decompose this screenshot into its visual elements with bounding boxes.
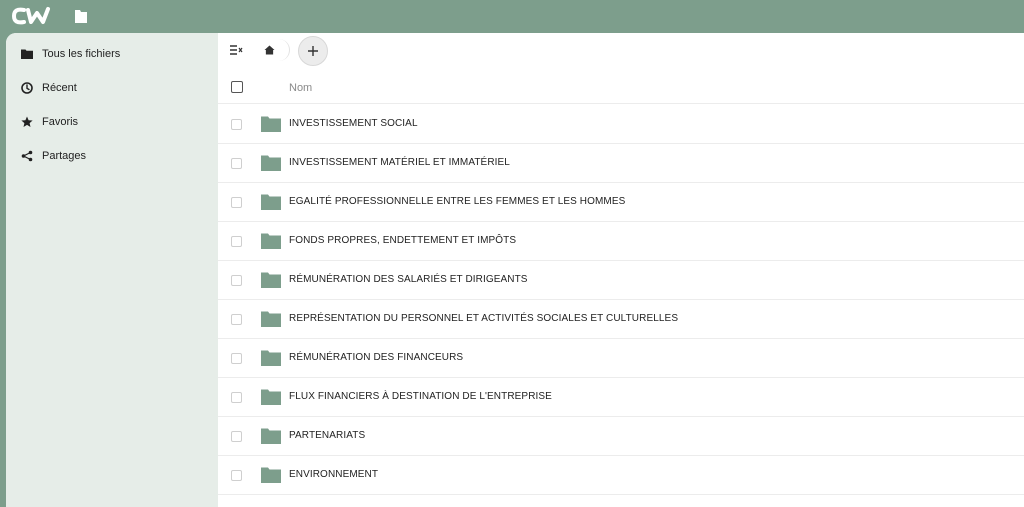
folder-name[interactable]: REPRÉSENTATION DU PERSONNEL ET ACTIVITÉS… [289,313,678,324]
file-list-panel: Nom INVESTISSEMENT SOCIAL INVESTISSEMENT … [218,33,1024,507]
column-header-name[interactable]: Nom [289,82,312,94]
folder-icon [261,467,281,483]
folder-name[interactable]: PARTENARIATS [289,430,365,441]
folder-name[interactable]: FONDS PROPRES, ENDETTEMENT ET IMPÔTS [289,235,516,246]
clock-icon [21,82,33,94]
folder-icon [261,311,281,327]
folder-icon [261,272,281,288]
folder-icon [261,194,281,210]
row-checkbox[interactable] [231,275,242,286]
sidebar-item-label: Partages [42,150,87,162]
folder-row[interactable]: RÉMUNÉRATION DES SALARIÉS ET DIRIGEANTS [218,261,1024,300]
folder-icon [261,155,281,171]
row-checkbox[interactable] [231,119,242,130]
plus-icon [308,46,318,56]
folder-row[interactable]: INVESTISSEMENT SOCIAL [218,105,1024,144]
files-app-icon[interactable] [74,9,88,24]
folder-icon [261,233,281,249]
sidebar-item-recent[interactable]: Récent [6,71,218,105]
folder-icon [261,389,281,405]
row-checkbox[interactable] [231,353,242,364]
cw-logo[interactable] [10,5,56,27]
app-frame: Tous les fichiers Récent Favoris Partage… [6,33,1024,507]
folder-name[interactable]: ENVIRONNEMENT [289,469,378,480]
folder-icon [21,49,33,59]
folder-row[interactable]: RÉMUNÉRATION DES FINANCEURS [218,339,1024,378]
folder-icon [261,350,281,366]
row-checkbox[interactable] [231,431,242,442]
folder-icon [261,428,281,444]
breadcrumb-home[interactable] [256,39,290,61]
select-all-checkbox[interactable] [231,81,243,93]
folder-row[interactable]: FLUX FINANCIERS À DESTINATION DE L'ENTRE… [218,378,1024,417]
sidebar: Tous les fichiers Récent Favoris Partage… [6,33,218,507]
file-list-header: Nom [218,71,1024,104]
row-checkbox[interactable] [231,392,242,403]
row-checkbox[interactable] [231,236,242,247]
sidebar-item-label: Favoris [42,116,79,128]
folder-name[interactable]: RÉMUNÉRATION DES SALARIÉS ET DIRIGEANTS [289,274,528,285]
add-new-button[interactable] [298,36,328,66]
sidebar-item-label: Récent [42,82,77,94]
folder-row[interactable]: REPRÉSENTATION DU PERSONNEL ET ACTIVITÉS… [218,300,1024,339]
folder-row[interactable]: INVESTISSEMENT MATÉRIEL ET IMMATÉRIEL [218,144,1024,183]
row-checkbox[interactable] [231,314,242,325]
folder-name[interactable]: INVESTISSEMENT SOCIAL [289,118,418,129]
sidebar-item-label: Tous les fichiers [42,48,121,60]
home-icon [264,45,275,55]
folder-icon [261,116,281,132]
folder-name[interactable]: RÉMUNÉRATION DES FINANCEURS [289,352,463,363]
sidebar-item-shares[interactable]: Partages [6,139,218,173]
star-icon [21,116,33,127]
row-checkbox[interactable] [231,197,242,208]
share-icon [21,150,33,162]
folder-name[interactable]: INVESTISSEMENT MATÉRIEL ET IMMATÉRIEL [289,157,510,168]
folder-row[interactable]: FONDS PROPRES, ENDETTEMENT ET IMPÔTS [218,222,1024,261]
sidebar-item-all-files[interactable]: Tous les fichiers [6,37,218,71]
row-checkbox[interactable] [231,470,242,481]
row-checkbox[interactable] [231,158,242,169]
folder-row[interactable]: PARTENARIATS [218,417,1024,456]
toggle-navigation-icon[interactable] [229,44,243,56]
sidebar-item-favorites[interactable]: Favoris [6,105,218,139]
folder-name[interactable]: FLUX FINANCIERS À DESTINATION DE L'ENTRE… [289,391,552,402]
folder-name[interactable]: EGALITÉ PROFESSIONNELLE ENTRE LES FEMMES… [289,196,625,207]
folder-row[interactable]: EGALITÉ PROFESSIONNELLE ENTRE LES FEMMES… [218,183,1024,222]
folder-row[interactable]: ENVIRONNEMENT [218,456,1024,495]
top-bar [0,0,1024,33]
